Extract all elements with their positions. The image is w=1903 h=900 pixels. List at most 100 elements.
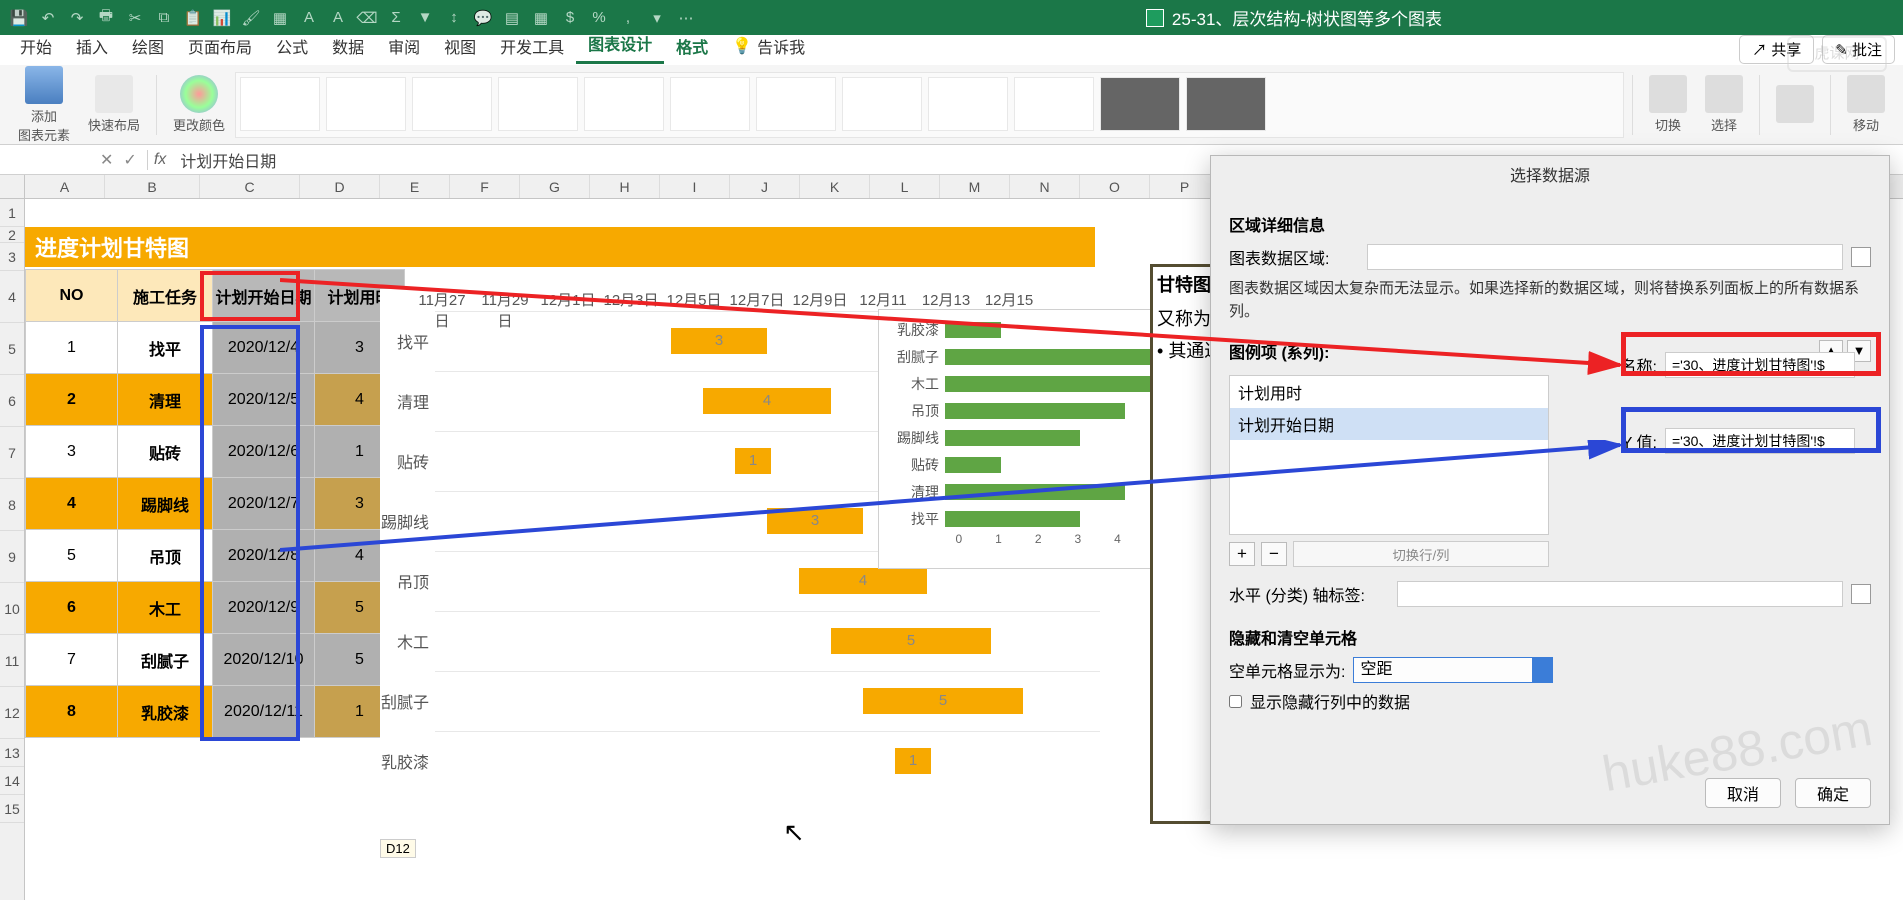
cut-icon[interactable]: ✂: [126, 9, 144, 27]
chart-range-input[interactable]: [1367, 244, 1843, 270]
style-thumb[interactable]: [412, 77, 492, 131]
filter-icon[interactable]: ▼: [416, 9, 434, 27]
style-thumb[interactable]: [498, 77, 578, 131]
col-header[interactable]: L: [870, 175, 940, 198]
row-header[interactable]: 5: [0, 323, 24, 375]
col-header[interactable]: E: [380, 175, 450, 198]
comma-icon[interactable]: ,: [619, 9, 637, 27]
row-header[interactable]: 13: [0, 739, 24, 767]
table-icon[interactable]: ▦: [271, 9, 289, 27]
tab-home[interactable]: 开始: [8, 30, 64, 64]
freeze-icon[interactable]: ▤: [503, 9, 521, 27]
quick-layout[interactable]: 快速布局: [80, 73, 148, 136]
style-thumb[interactable]: [928, 77, 1008, 131]
add-series-button[interactable]: +: [1229, 542, 1255, 566]
col-header[interactable]: C: [200, 175, 300, 198]
sum-icon[interactable]: Σ: [387, 9, 405, 27]
style-thumb[interactable]: [670, 77, 750, 131]
tab-format[interactable]: 格式: [664, 30, 720, 64]
confirm-icon[interactable]: ✓: [123, 150, 136, 170]
print-icon[interactable]: 🖶: [97, 9, 115, 27]
switch-rowcol-button[interactable]: 切换行/列: [1293, 541, 1549, 567]
grid-icon[interactable]: ▦: [532, 9, 550, 27]
change-color[interactable]: 更改颜色: [165, 73, 233, 136]
tab-review[interactable]: 审阅: [376, 30, 432, 64]
col-header[interactable]: O: [1080, 175, 1150, 198]
col-header[interactable]: M: [940, 175, 1010, 198]
row-header[interactable]: 14: [0, 767, 24, 795]
tab-view[interactable]: 视图: [432, 30, 488, 64]
tab-data[interactable]: 数据: [320, 30, 376, 64]
col-header[interactable]: N: [1010, 175, 1080, 198]
col-header[interactable]: J: [730, 175, 800, 198]
style-thumb[interactable]: [584, 77, 664, 131]
range-picker-icon[interactable]: [1851, 584, 1871, 604]
cancel-icon[interactable]: ✕: [100, 150, 113, 170]
tab-insert[interactable]: 插入: [64, 30, 120, 64]
row-header[interactable]: 1: [0, 199, 24, 227]
change-type[interactable]: [1768, 83, 1822, 127]
ok-button[interactable]: 确定: [1795, 778, 1871, 808]
xaxis-input[interactable]: [1397, 581, 1843, 607]
style-thumb[interactable]: [1014, 77, 1094, 131]
fx-icon[interactable]: fx: [148, 151, 172, 169]
col-header[interactable]: A: [25, 175, 105, 198]
dropdown-icon[interactable]: ▾: [648, 9, 666, 27]
col-header[interactable]: I: [660, 175, 730, 198]
row-header[interactable]: 10: [0, 583, 24, 635]
paste-icon[interactable]: 📋: [184, 9, 202, 27]
remove-series-button[interactable]: −: [1261, 542, 1287, 566]
undo-icon[interactable]: ↶: [39, 9, 57, 27]
style-thumb[interactable]: [240, 77, 320, 131]
legend-chart[interactable]: 乳胶漆 刮腻子 木工 吊顶 踢脚线 贴砖 清理 找平 012345: [878, 309, 1178, 569]
style-thumb[interactable]: [1100, 77, 1180, 131]
style-thumb[interactable]: [756, 77, 836, 131]
legend-series-list[interactable]: 计划用时 计划开始日期: [1229, 375, 1549, 535]
row-header[interactable]: 8: [0, 479, 24, 531]
comment-icon[interactable]: 💬: [474, 9, 492, 27]
range-picker-icon[interactable]: [1851, 247, 1871, 267]
select-all-corner[interactable]: [0, 175, 25, 198]
row-header[interactable]: 15: [0, 795, 24, 823]
col-header[interactable]: H: [590, 175, 660, 198]
col-header[interactable]: B: [105, 175, 200, 198]
chart-styles-gallery[interactable]: [235, 72, 1624, 138]
add-chart-element[interactable]: 添加 图表元素: [10, 64, 78, 146]
empty-cells-select[interactable]: 空距: [1353, 657, 1553, 683]
move-chart[interactable]: 移动: [1839, 73, 1893, 136]
row-header[interactable]: 3: [0, 243, 24, 271]
row-header[interactable]: 2: [0, 227, 24, 243]
style-thumb[interactable]: [1186, 77, 1266, 131]
col-header[interactable]: G: [520, 175, 590, 198]
tab-formulas[interactable]: 公式: [264, 30, 320, 64]
col-header[interactable]: F: [450, 175, 520, 198]
font2-icon[interactable]: A: [329, 9, 347, 27]
style-thumb[interactable]: [326, 77, 406, 131]
show-hidden-checkbox[interactable]: [1229, 695, 1242, 708]
sort-icon[interactable]: ↕: [445, 9, 463, 27]
row-header[interactable]: 9: [0, 531, 24, 583]
save-icon[interactable]: 💾: [10, 9, 28, 27]
tell-me[interactable]: 💡 告诉我: [720, 30, 817, 64]
percent-icon[interactable]: %: [590, 9, 608, 27]
tab-layout[interactable]: 页面布局: [176, 30, 264, 64]
legend-series-item[interactable]: 计划开始日期: [1230, 408, 1548, 440]
tab-chart-design[interactable]: 图表设计: [576, 27, 664, 64]
select-data[interactable]: 选择: [1697, 73, 1751, 136]
font-icon[interactable]: A: [300, 9, 318, 27]
eraser-icon[interactable]: ⌫: [358, 9, 376, 27]
row-header[interactable]: 6: [0, 375, 24, 427]
paint-icon[interactable]: 🖌: [242, 9, 260, 27]
tab-draw[interactable]: 绘图: [120, 30, 176, 64]
tab-developer[interactable]: 开发工具: [488, 30, 576, 64]
switch-row-col[interactable]: 切换: [1641, 73, 1695, 136]
copy-icon[interactable]: ⧉: [155, 9, 173, 27]
currency-icon[interactable]: $: [561, 9, 579, 27]
row-header[interactable]: 11: [0, 635, 24, 687]
redo-icon[interactable]: ↷: [68, 9, 86, 27]
legend-series-item[interactable]: 计划用时: [1230, 376, 1548, 408]
row-header[interactable]: 7: [0, 427, 24, 479]
col-header[interactable]: K: [800, 175, 870, 198]
row-header[interactable]: 4: [0, 271, 24, 323]
style-thumb[interactable]: [842, 77, 922, 131]
